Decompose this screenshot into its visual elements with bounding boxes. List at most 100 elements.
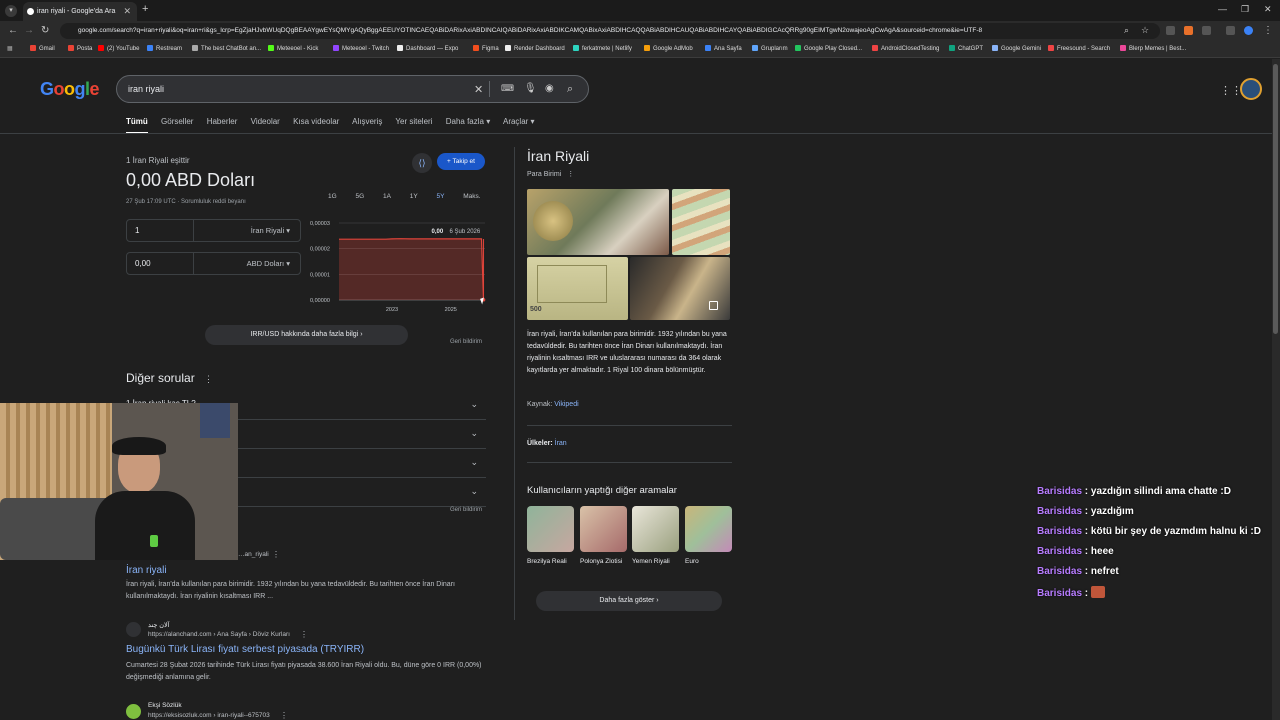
range-1m[interactable]: 1A (383, 193, 391, 200)
banknote-500-image[interactable]: 500 (527, 257, 628, 320)
related-card-image[interactable] (632, 506, 679, 552)
search-icon[interactable]: ⌕ (567, 83, 573, 96)
bookmark-item[interactable]: Google Gemini (992, 45, 1041, 52)
to-currency-select[interactable]: ABD Doları ▾ (247, 259, 290, 268)
tab-shopping[interactable]: Alışveriş (352, 117, 382, 126)
menu-icon[interactable]: ⋮ (1263, 25, 1273, 36)
extension-icon[interactable] (1184, 26, 1193, 35)
bookmark-item[interactable]: Restream (147, 45, 182, 52)
tab-all[interactable]: Tümü (126, 117, 148, 134)
more-options-icon[interactable]: ⋮ (272, 550, 280, 559)
feedback-link[interactable]: Geri bildirim (450, 507, 482, 513)
tab-sites[interactable]: Yer siteleri (395, 117, 432, 126)
bookmark-item[interactable]: Meteeoel - Kick (268, 45, 318, 52)
bookmark-item[interactable]: Gmail (30, 45, 55, 52)
bookmark-item[interactable]: Google AdMob (644, 45, 693, 52)
tab-tools[interactable]: Araçlar ▾ (503, 117, 535, 126)
more-options-icon[interactable]: ⋮ (567, 171, 574, 178)
scrollbar-thumb[interactable] (1273, 64, 1278, 334)
range-1y[interactable]: 1Y (410, 193, 418, 200)
feedback-link[interactable]: Geri bildirim (450, 339, 482, 345)
bookmark-star-icon[interactable]: ☆ (1141, 25, 1149, 36)
range-max[interactable]: Maks. (463, 193, 480, 200)
avatar[interactable] (1240, 78, 1262, 100)
result-url[interactable]: https://eksisozluk.com › iran-riyali--67… (148, 712, 270, 719)
range-5y[interactable]: 5Y (437, 193, 445, 200)
browser-tab[interactable]: iran riyali - Google'da Ara ✕ (23, 2, 137, 21)
bookmark-item[interactable]: Google Play Closed... (795, 45, 862, 52)
result-url[interactable]: …an_riyali (238, 551, 269, 558)
bookmark-item[interactable]: Gruplarım (752, 45, 788, 52)
related-card-label[interactable]: Euro (685, 557, 737, 567)
related-card-image[interactable] (527, 506, 574, 552)
people-money-image[interactable] (630, 257, 730, 320)
related-card-label[interactable]: Brezilya Reali (527, 557, 579, 567)
banknotes-image[interactable] (672, 189, 730, 255)
bookmark-item[interactable]: AndroidClosedTesting (872, 45, 939, 52)
from-currency-field[interactable]: 1 İran Riyali ▾ (126, 219, 301, 242)
profile-icon[interactable] (1244, 26, 1253, 35)
result-site-name[interactable]: آلان چند (148, 621, 169, 629)
tab-more[interactable]: Daha fazla ▾ (446, 117, 490, 126)
result-title[interactable]: Bugünkü Türk Lirası fiyatı serbest piyas… (126, 644, 364, 655)
tab-search-icon[interactable]: ▾ (5, 5, 17, 17)
coin-image[interactable] (527, 189, 669, 255)
bookmark-item[interactable]: The best ChatBot an... (192, 45, 261, 52)
related-card-image[interactable] (580, 506, 627, 552)
search-icon[interactable]: ⌕ (1124, 25, 1129, 36)
more-info-button[interactable]: IRR/USD hakkında daha fazla bilgi › (205, 325, 408, 345)
gallery-icon[interactable] (709, 301, 718, 310)
tab-images[interactable]: Görseller (161, 117, 193, 126)
keyboard-icon[interactable]: ⌨ (501, 83, 514, 94)
more-options-icon[interactable]: ⋮ (280, 711, 288, 720)
chevron-down-icon[interactable]: ⌄ (470, 457, 478, 468)
back-icon[interactable]: ← (8, 25, 18, 36)
source-link[interactable]: Vikipedi (554, 401, 578, 408)
bookmark-item[interactable]: Posta (68, 45, 92, 52)
more-options-icon[interactable]: ⋮ (300, 630, 308, 639)
forward-icon[interactable]: → (24, 25, 34, 36)
bookmark-item[interactable]: (2) YouTube (98, 45, 139, 52)
lens-icon[interactable]: ◉ (545, 83, 554, 94)
related-card-label[interactable]: Polonya Zlotisi (580, 557, 632, 567)
clear-icon[interactable]: ✕ (474, 83, 483, 96)
bookmark-item[interactable]: Figma (473, 45, 499, 52)
tab-short-videos[interactable]: Kısa videolar (293, 117, 339, 126)
search-input[interactable]: iran riyali ✕ ⌨ 🎙 ◉ ⌕ (116, 75, 589, 103)
bookmark-item[interactable]: Freesound - Search (1048, 45, 1110, 52)
apps-grid-icon[interactable]: ▦ (7, 45, 13, 52)
bookmark-item[interactable]: Ana Sayfa (705, 45, 742, 52)
share-icon[interactable]: ⟨⟩ (412, 153, 432, 173)
bookmark-item[interactable]: ChatGPT (949, 45, 983, 52)
from-currency-select[interactable]: İran Riyali ▾ (251, 226, 290, 235)
chevron-down-icon[interactable]: ⌄ (470, 399, 478, 410)
to-amount[interactable]: 0,00 (135, 259, 151, 268)
result-site-name[interactable]: Ekşi Sözlük (148, 702, 182, 709)
chevron-down-icon[interactable]: ⌄ (470, 486, 478, 497)
tab-news[interactable]: Haberler (207, 117, 238, 126)
related-card-image[interactable] (685, 506, 732, 552)
bookmark-item[interactable]: Dashboard — Expo (397, 45, 458, 52)
close-tab-icon[interactable]: ✕ (123, 6, 131, 17)
minimize-icon[interactable]: — (1218, 4, 1227, 14)
google-apps-icon[interactable]: ⋮⋮ (1220, 84, 1242, 97)
extension-icon[interactable] (1166, 26, 1175, 35)
maximize-icon[interactable]: ❐ (1241, 4, 1249, 15)
related-card-label[interactable]: Yemen Riyali (632, 557, 684, 567)
more-options-icon[interactable]: ⋮ (204, 374, 213, 384)
bookmark-item[interactable]: Blerp Memes | Best... (1120, 45, 1186, 52)
chevron-down-icon[interactable]: ⌄ (470, 428, 478, 439)
close-window-icon[interactable]: ✕ (1264, 4, 1272, 15)
bookmark-item[interactable]: Render Dashboard (505, 45, 565, 52)
reload-icon[interactable]: ↻ (41, 25, 49, 36)
bookmark-item[interactable]: ferkatmete | Netlify (573, 45, 632, 52)
downloads-icon[interactable] (1226, 26, 1235, 35)
exchange-rate-chart[interactable]: 0,00003 0,00002 0,00001 0,00000 2023 2025 0,00… (305, 216, 490, 316)
tab-videos[interactable]: Videolar (251, 117, 280, 126)
range-1d[interactable]: 1G (328, 193, 337, 200)
result-title[interactable]: İran riyali (126, 565, 167, 576)
new-tab-icon[interactable]: + (142, 3, 148, 15)
address-bar[interactable]: google.com/search?q=iran+riyali&oq=iran+… (60, 23, 1160, 39)
converter-date[interactable]: 27 Şub 17:09 UTC · Sorumluluk reddi beya… (126, 199, 246, 205)
country-link[interactable]: İran (555, 440, 567, 447)
